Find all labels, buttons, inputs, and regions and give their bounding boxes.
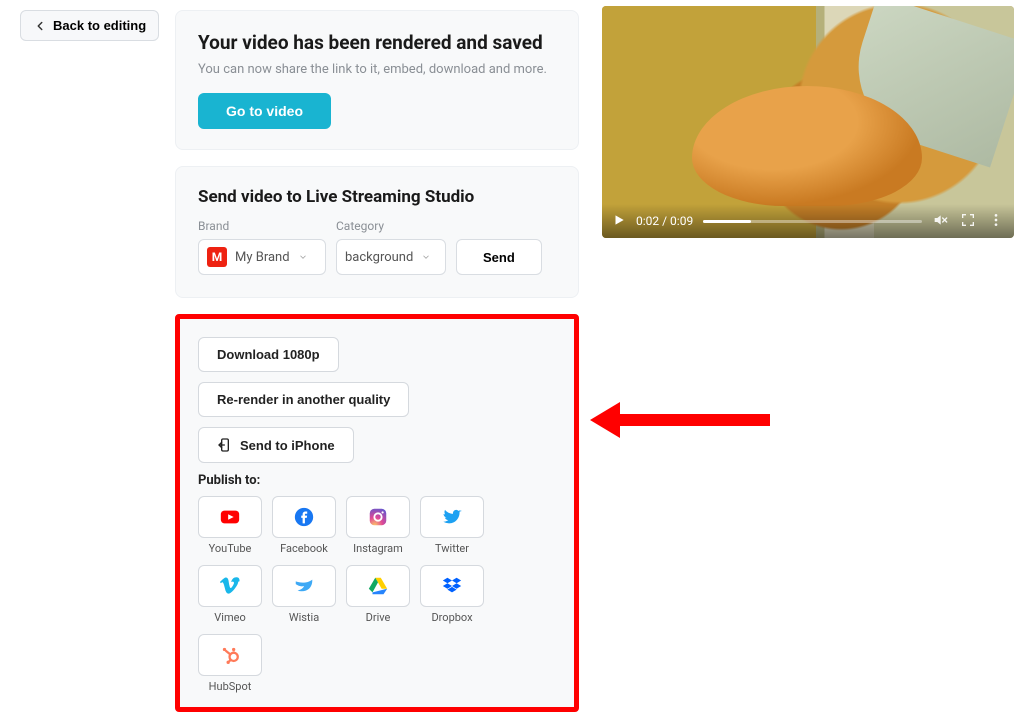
wistia-icon: [293, 575, 315, 597]
dropbox-icon: [441, 575, 463, 597]
live-title: Send video to Live Streaming Studio: [198, 187, 556, 207]
publish-caption: Facebook: [272, 542, 336, 555]
rerender-button[interactable]: Re-render in another quality: [198, 382, 409, 417]
play-icon: [612, 213, 626, 227]
brand-label: Brand: [198, 219, 326, 233]
facebook-icon: [293, 506, 315, 528]
google-drive-icon: [367, 575, 389, 597]
video-time: 0:02 / 0:09: [636, 214, 693, 228]
video-progress-bar[interactable]: [703, 220, 922, 223]
download-button[interactable]: Download 1080p: [198, 337, 339, 372]
back-to-editing-button[interactable]: Back to editing: [20, 10, 159, 41]
publish-caption: Vimeo: [198, 611, 262, 624]
fullscreen-icon: [960, 212, 976, 228]
publish-drive-button[interactable]: [346, 565, 410, 607]
publish-to-label: Publish to:: [198, 473, 556, 488]
video-controls: 0:02 / 0:09: [602, 204, 1014, 238]
publish-caption: Instagram: [346, 542, 410, 555]
twitter-icon: [441, 506, 463, 528]
mute-button[interactable]: [932, 212, 948, 231]
publish-caption: Wistia: [272, 611, 336, 624]
more-button[interactable]: [988, 212, 1004, 231]
video-player[interactable]: 0:02 / 0:09: [602, 6, 1014, 238]
publish-hubspot-button[interactable]: [198, 634, 262, 676]
rendered-subtitle: You can now share the link to it, embed,…: [198, 62, 556, 77]
arrow-left-icon: [33, 19, 47, 33]
category-select[interactable]: background: [336, 239, 446, 275]
fullscreen-button[interactable]: [960, 212, 976, 231]
publish-caption: YouTube: [198, 542, 262, 555]
send-to-iphone-button[interactable]: Send to iPhone: [198, 427, 354, 463]
play-button[interactable]: [612, 213, 626, 230]
brand-value: My Brand: [235, 250, 290, 265]
publish-caption: Drive: [346, 611, 410, 624]
volume-muted-icon: [932, 212, 948, 228]
publish-caption: HubSpot: [198, 680, 262, 693]
rendered-title: Your video has been rendered and saved: [198, 31, 556, 54]
publish-instagram-button[interactable]: [346, 496, 410, 538]
export-panel-highlight: Download 1080p Re-render in another qual…: [175, 314, 579, 712]
chevron-down-icon: [298, 252, 308, 262]
publish-twitter-button[interactable]: [420, 496, 484, 538]
send-to-phone-icon: [217, 437, 233, 453]
back-label: Back to editing: [53, 18, 146, 33]
brand-select[interactable]: M My Brand: [198, 239, 326, 275]
live-streaming-card: Send video to Live Streaming Studio Bran…: [175, 166, 579, 298]
instagram-icon: [367, 506, 389, 528]
publish-youtube-button[interactable]: [198, 496, 262, 538]
publish-facebook-button[interactable]: [272, 496, 336, 538]
rendered-card: Your video has been rendered and saved Y…: [175, 10, 579, 150]
hubspot-icon: [219, 644, 241, 666]
vimeo-icon: [219, 575, 241, 597]
chevron-down-icon: [421, 252, 431, 262]
kebab-icon: [988, 212, 1004, 228]
publish-wistia-button[interactable]: [272, 565, 336, 607]
annotation-arrow: [590, 405, 770, 435]
category-label: Category: [336, 219, 446, 233]
publish-dropbox-button[interactable]: [420, 565, 484, 607]
publish-vimeo-button[interactable]: [198, 565, 262, 607]
publish-caption: Dropbox: [420, 611, 484, 624]
brand-badge-icon: M: [207, 247, 227, 267]
go-to-video-button[interactable]: Go to video: [198, 93, 331, 129]
publish-grid: YouTube Facebook Instagram: [198, 496, 556, 693]
send-button[interactable]: Send: [456, 239, 542, 275]
youtube-icon: [219, 506, 241, 528]
send-iphone-label: Send to iPhone: [240, 438, 335, 453]
publish-caption: Twitter: [420, 542, 484, 555]
category-value: background: [345, 250, 413, 265]
